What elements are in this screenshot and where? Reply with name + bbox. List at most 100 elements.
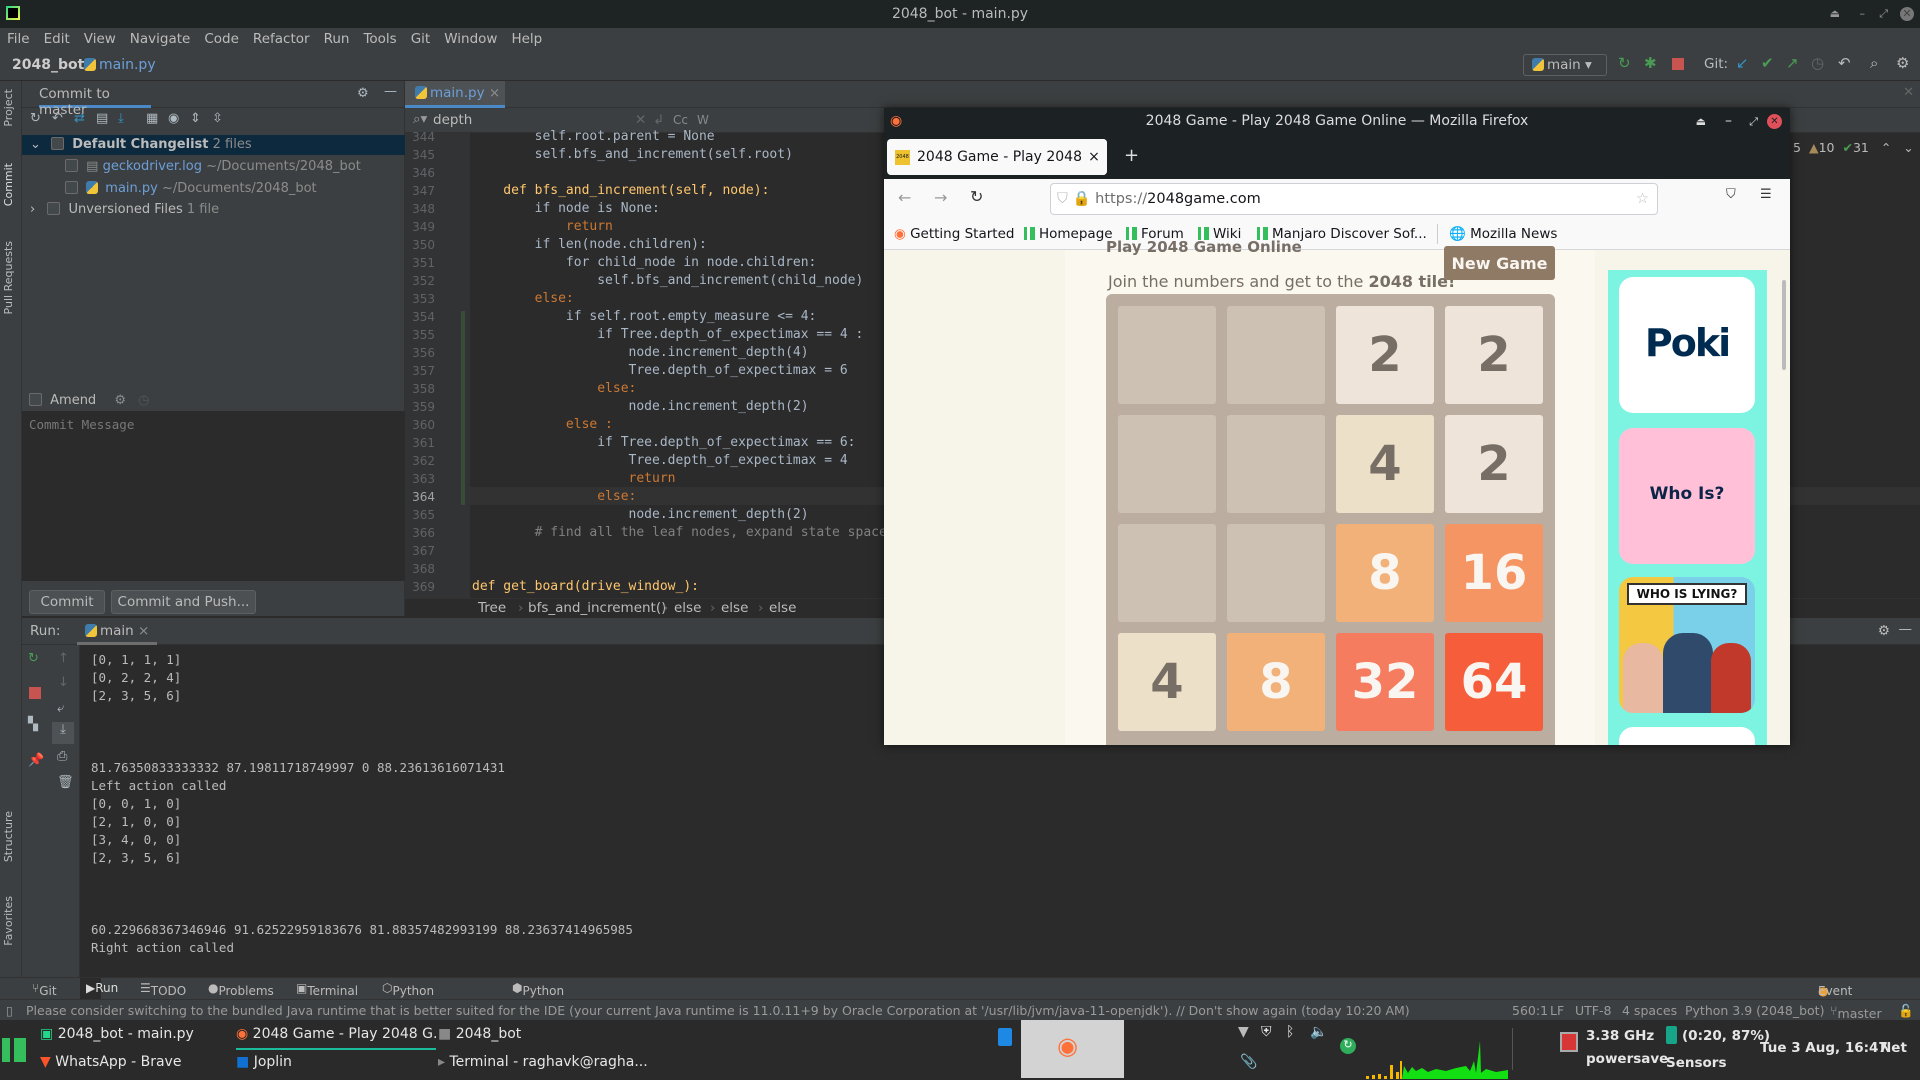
down-arrow-icon[interactable]: ↓ <box>58 675 69 690</box>
code-line[interactable]: return <box>472 470 676 488</box>
pocket-icon[interactable]: ⛉ <box>1726 187 1736 202</box>
bookmark-star-icon[interactable]: ☆ <box>1636 184 1649 214</box>
python-console-tool-button[interactable]: ⬢ Python Console <box>512 981 570 1012</box>
forward-button[interactable]: → <box>934 188 947 207</box>
lock-icon[interactable]: 🔒 <box>1072 191 1090 207</box>
ad-next[interactable] <box>1619 727 1755 745</box>
close-tab-icon[interactable]: × <box>1081 139 1107 175</box>
indent-setting[interactable]: 4 spaces <box>1622 1003 1677 1018</box>
diff-icon[interactable]: ⇄ <box>74 111 85 126</box>
bookmark-getting-started[interactable]: ◉ Getting Started <box>894 226 1014 242</box>
bluetooth-icon[interactable]: ᛒ <box>1286 1024 1294 1040</box>
next-highlight-icon[interactable]: ⌄ <box>1903 140 1913 155</box>
crumb-tree[interactable]: Tree <box>478 600 506 616</box>
close-tab-icon[interactable]: × <box>138 623 149 639</box>
amend-label[interactable]: Amend <box>50 393 96 408</box>
find-input[interactable]: depth <box>433 112 472 128</box>
expand-chevron-icon[interactable]: › <box>30 202 35 217</box>
keep-above-button[interactable]: ⏏ <box>1830 0 1840 28</box>
unshelve-icon[interactable]: ⤓ <box>118 111 124 126</box>
terminal-tool-button[interactable]: ▣ Terminal <box>296 981 358 998</box>
cpu-frequency[interactable]: 3.38 GHz <box>1586 1028 1654 1044</box>
view-options-icon[interactable]: ◉ <box>168 111 179 126</box>
task-brave[interactable]: ▼ WhatsApp - Brave <box>40 1054 181 1070</box>
unversioned-row[interactable]: › Unversioned Files 1 file <box>22 200 405 220</box>
group-by-icon[interactable]: ▦ <box>146 111 158 126</box>
match-case-toggle[interactable]: Cc <box>673 113 688 127</box>
ad-who-is[interactable]: Who Is? <box>1619 428 1755 564</box>
tracking-shield-icon[interactable]: ⛉ <box>1057 191 1068 207</box>
net-label[interactable]: Net <box>1880 1040 1907 1056</box>
close-button[interactable]: ✕ <box>1900 7 1914 21</box>
stop-icon[interactable] <box>1672 58 1684 70</box>
code-line[interactable]: return <box>472 218 613 236</box>
code-line[interactable]: node.increment_depth(2) <box>472 506 809 524</box>
keep-above-button[interactable]: ⏏ <box>1696 108 1706 135</box>
task-firefox[interactable]: ◉ 2048 Game - Play 2048 G... <box>236 1026 436 1050</box>
breadcrumb-file[interactable]: main.py <box>84 57 156 73</box>
maximize-button[interactable]: ⤢ <box>1879 0 1888 28</box>
print-icon[interactable]: ⎙ <box>57 749 67 764</box>
commit-and-push-button[interactable]: Commit and Push... <box>111 590 256 614</box>
structure-tool-tab[interactable]: Structure <box>2 811 15 862</box>
code-line[interactable]: # find all the leaf nodes, expand state … <box>472 524 926 542</box>
battery-icon[interactable] <box>1666 1026 1677 1044</box>
code-line[interactable]: Tree.depth_of_expectimax = 4 <box>472 452 848 470</box>
favorites-tool-tab[interactable]: Favorites <box>2 896 15 946</box>
crumb-else[interactable]: else <box>769 600 796 616</box>
menu-tools[interactable]: Tools <box>356 28 403 50</box>
code-line[interactable]: def get_board(drive_window_): <box>472 578 699 596</box>
ad-who-is-lying[interactable]: WHO IS LYING? <box>1619 577 1755 713</box>
menu-help[interactable]: Help <box>504 28 549 50</box>
page-scrollbar[interactable] <box>1782 280 1786 370</box>
crumb-else[interactable]: else <box>721 600 748 616</box>
rollback-icon[interactable]: ↶ <box>1838 54 1851 72</box>
lock-icon[interactable]: 🔓 <box>1898 1003 1914 1019</box>
clock[interactable]: Tue 3 Aug, 16:47 <box>1760 1040 1888 1056</box>
unversioned-checkbox[interactable] <box>47 202 61 215</box>
line-separator[interactable]: LF <box>1550 1003 1564 1018</box>
update-icon[interactable]: ↻ <box>1340 1038 1356 1054</box>
new-line-icon[interactable]: ↲ <box>653 112 664 128</box>
menu-edit[interactable]: Edit <box>37 28 77 50</box>
tab-main-py[interactable]: main.py × <box>405 81 505 108</box>
run-config-select[interactable]: main ▾ <box>1523 54 1607 76</box>
task-joplin[interactable]: ■ Joplin <box>236 1054 292 1070</box>
game-board[interactable]: 2 2 4 2 8 16 4 8 32 64 <box>1106 294 1555 745</box>
previous-highlight-icon[interactable]: ⌃ <box>1881 140 1891 155</box>
menu-run[interactable]: Run <box>317 28 357 50</box>
python-packages-tool-button[interactable]: ⬡ Python Packages <box>382 981 448 1012</box>
file-row[interactable]: main.py ~/Documents/2048_bot <box>22 179 405 199</box>
trash-icon[interactable]: 🗑 <box>57 775 74 790</box>
changelist-checkbox[interactable] <box>51 137 65 150</box>
menu-view[interactable]: View <box>77 28 123 50</box>
reload-button[interactable]: ↻ <box>970 187 983 206</box>
menu-refactor[interactable]: Refactor <box>246 28 317 50</box>
sensors-label[interactable]: Sensors <box>1666 1055 1727 1071</box>
git-push-icon[interactable]: ↗ <box>1786 54 1799 72</box>
problems-tool-button[interactable]: ● Problems <box>208 981 274 998</box>
back-button[interactable]: ← <box>898 188 911 207</box>
new-tab-button[interactable]: + <box>1124 145 1139 166</box>
code-line[interactable]: else: <box>472 290 574 308</box>
commit-options-gear-icon[interactable]: ⚙ <box>114 393 126 408</box>
inspection-widget[interactable]: 5 ▲10 ✔31 ⌃ ⌄ <box>1793 140 1914 155</box>
stop-icon[interactable] <box>29 687 41 699</box>
layout-icon[interactable]: ▚ <box>28 717 38 732</box>
rollback-icon[interactable]: ↶ <box>52 111 63 126</box>
whole-words-toggle[interactable]: W <box>697 113 709 127</box>
code-line[interactable]: if self.root.empty_measure <= 4: <box>472 308 816 326</box>
code-line[interactable]: node.increment_depth(2) <box>472 398 809 416</box>
expand-all-icon[interactable]: ⇕ <box>190 111 201 126</box>
pin-icon[interactable]: 📌 <box>28 753 44 768</box>
expand-chevron-icon[interactable]: ⌄ <box>30 137 41 152</box>
code-line[interactable]: if Tree.depth_of_expectimax == 6: <box>472 434 855 452</box>
close-button[interactable]: ✕ <box>1767 114 1782 129</box>
scroll-to-end-icon[interactable]: ⤓ <box>52 722 74 744</box>
commit-button[interactable]: Commit <box>29 590 105 614</box>
menu-code[interactable]: Code <box>197 28 246 50</box>
git-update-icon[interactable]: ↙ <box>1736 54 1749 72</box>
commit-tool-tab[interactable]: Commit <box>2 163 15 206</box>
battery-status[interactable]: (0:20, 87%) <box>1682 1028 1770 1044</box>
git-tool-button[interactable]: ⑂ Git <box>32 981 57 998</box>
